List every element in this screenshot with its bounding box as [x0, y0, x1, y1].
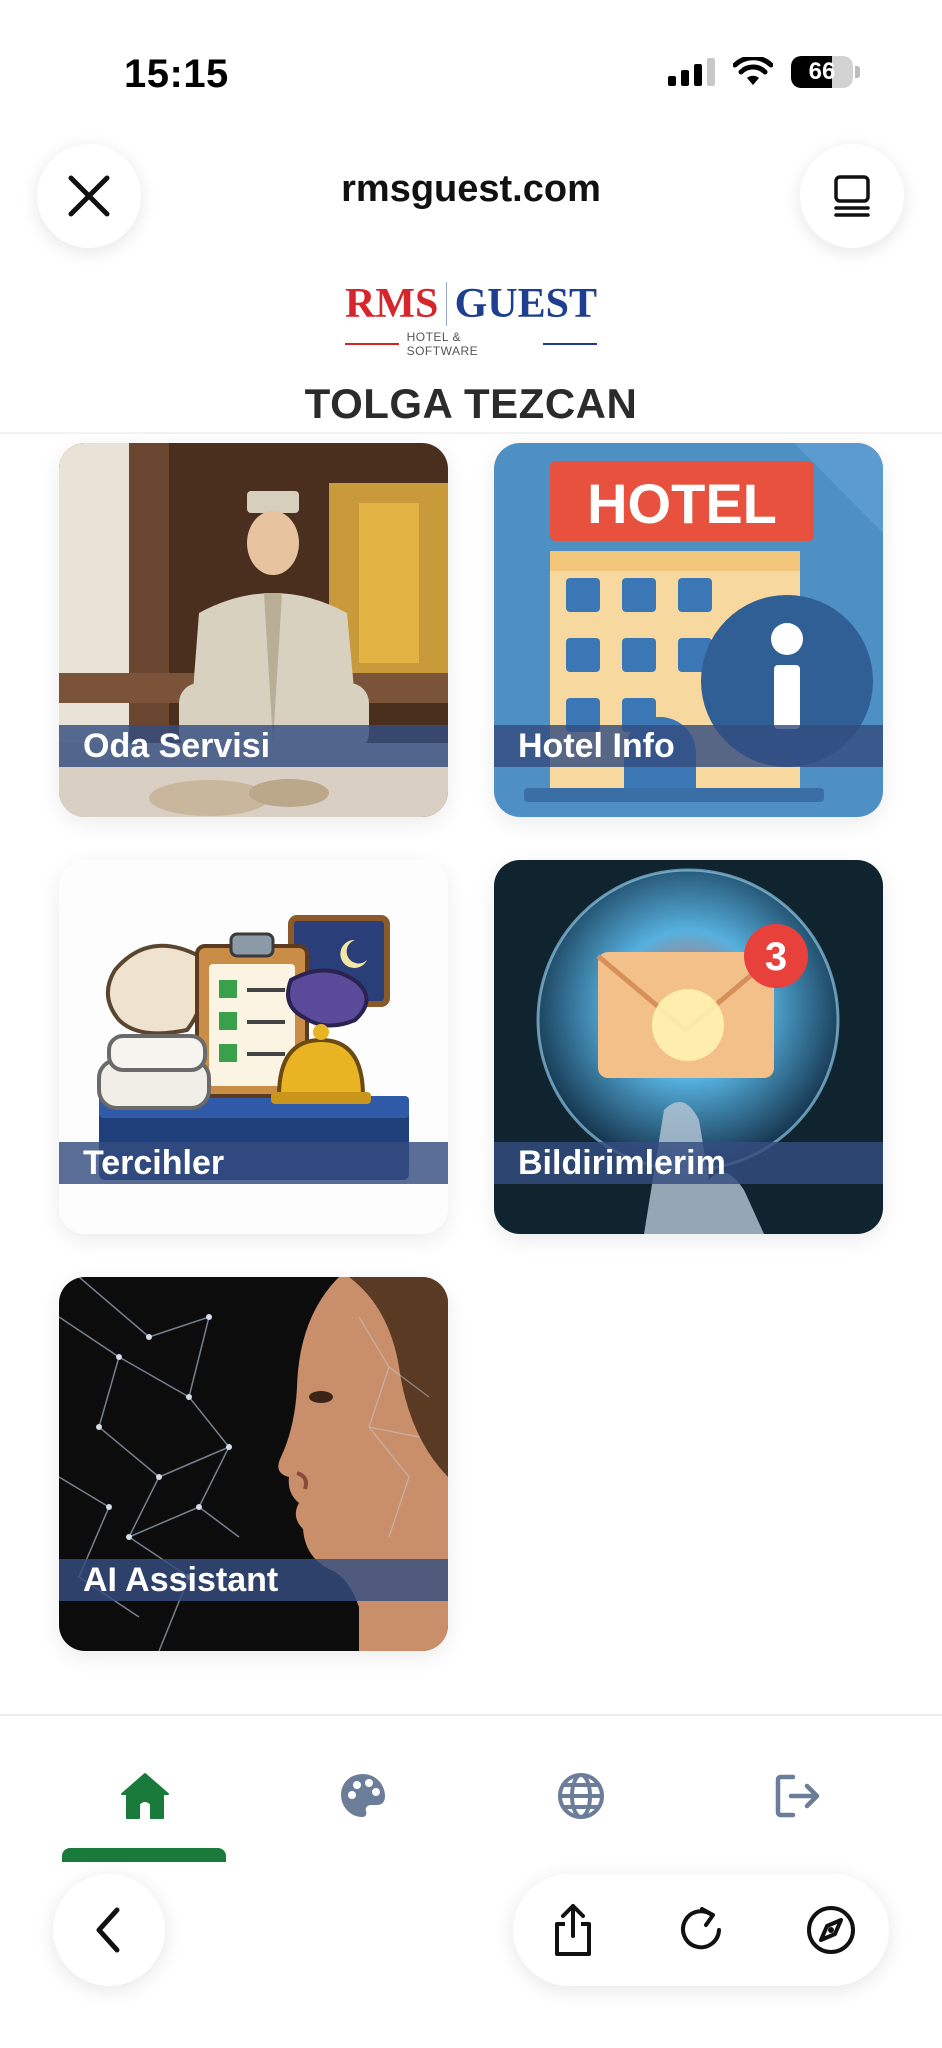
hotel-sign-text: HOTEL: [587, 472, 777, 535]
tile-room-service[interactable]: Oda Servisi: [59, 443, 448, 817]
logo-subtitle: HOTEL & SOFTWARE: [406, 330, 479, 358]
browser-back-button[interactable]: [53, 1874, 165, 1986]
compass-button[interactable]: [803, 1902, 859, 1958]
tile-notifications[interactable]: 3 Bildirimlerim: [494, 860, 883, 1234]
tile-label: Oda Servisi: [59, 725, 448, 767]
nav-language[interactable]: [553, 1768, 609, 1824]
globe-icon: [558, 1773, 604, 1819]
bottom-nav-divider: [0, 1714, 942, 1716]
nav-home[interactable]: [117, 1768, 173, 1824]
logout-icon: [775, 1774, 820, 1818]
tile-ai-assistant[interactable]: AI Assistant: [59, 1277, 448, 1651]
battery-level: 66: [808, 58, 836, 85]
nav-theme[interactable]: [335, 1768, 391, 1824]
battery-icon: 66: [791, 56, 860, 88]
tile-label: Tercihler: [59, 1142, 448, 1184]
tile-hotel-info[interactable]: HOTEL Hotel Info: [494, 443, 883, 817]
notification-badge: 3: [765, 935, 787, 979]
share-button[interactable]: [545, 1902, 601, 1958]
signal-icon: [668, 58, 715, 86]
tile-label: Bildirimlerim: [494, 1142, 883, 1184]
reload-icon: [681, 1907, 721, 1950]
guest-name: TOLGA TEZCAN: [304, 380, 638, 427]
tile-label: Hotel Info: [494, 725, 883, 767]
status-bar: 15:15 66: [0, 0, 942, 150]
nav-active-indicator: [62, 1848, 226, 1862]
status-time: 15:15: [124, 52, 229, 96]
logo-rms: RMS: [345, 281, 439, 327]
tabs-button[interactable]: [800, 144, 904, 248]
home-icon: [121, 1773, 169, 1819]
palette-icon: [341, 1774, 385, 1817]
tile-preferences[interactable]: Tercihler: [59, 860, 448, 1234]
browser-actions-bar: [513, 1874, 889, 1986]
compass-icon: [807, 1906, 855, 1954]
reload-button[interactable]: [673, 1902, 729, 1958]
header-divider: [0, 432, 942, 434]
share-icon: [555, 1904, 591, 1956]
back-icon: [96, 1907, 120, 1953]
logo-guest: GUEST: [454, 281, 597, 327]
status-icons: 66: [668, 56, 860, 88]
nav-logout[interactable]: [770, 1768, 826, 1824]
tabs-icon: [834, 175, 870, 217]
brand-logo: RMS GUEST HOTEL & SOFTWARE: [345, 280, 597, 360]
wifi-icon: [733, 57, 773, 85]
tile-label: AI Assistant: [59, 1559, 448, 1601]
